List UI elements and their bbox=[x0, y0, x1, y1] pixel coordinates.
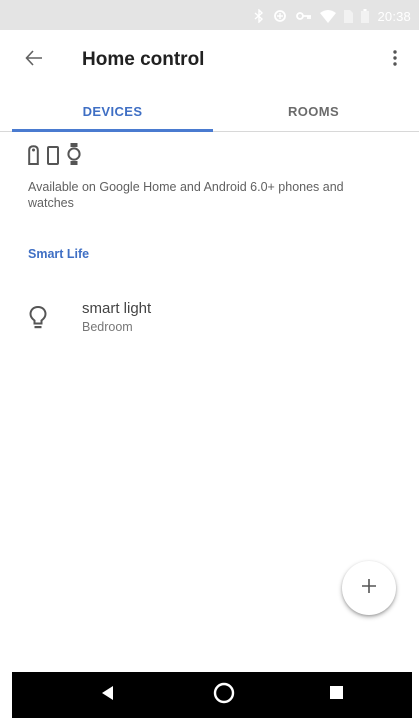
tab-indicator bbox=[12, 129, 213, 132]
nav-home-button[interactable] bbox=[194, 672, 254, 718]
tab-rooms[interactable]: ROOMS bbox=[213, 90, 414, 132]
phone-icon bbox=[47, 146, 59, 170]
arrow-back-icon bbox=[25, 49, 43, 72]
device-row[interactable]: smart light Bedroom bbox=[0, 290, 419, 350]
device-room: Bedroom bbox=[82, 320, 133, 334]
vpn-key-icon bbox=[296, 11, 312, 21]
data-saver-icon bbox=[272, 9, 288, 23]
status-time: 20:38 bbox=[377, 8, 411, 24]
device-name: smart light bbox=[82, 300, 152, 317]
watch-icon bbox=[67, 143, 81, 170]
nav-home-icon bbox=[213, 682, 235, 709]
nav-recents-icon bbox=[329, 686, 343, 704]
back-button[interactable] bbox=[22, 48, 46, 72]
add-icon bbox=[362, 578, 376, 598]
availability-text: Available on Google Home and Android 6.0… bbox=[28, 180, 344, 210]
battery-icon bbox=[361, 9, 370, 23]
lightbulb-icon bbox=[26, 304, 50, 332]
wifi-icon bbox=[320, 9, 337, 23]
system-nav-bar bbox=[12, 672, 412, 718]
sim-icon bbox=[344, 9, 354, 23]
supported-devices-icons bbox=[28, 143, 81, 170]
tab-devices[interactable]: DEVICES bbox=[12, 90, 213, 132]
section-header-smart-life: Smart Life bbox=[28, 247, 90, 261]
status-bar: 20:38 bbox=[0, 0, 419, 30]
add-device-button[interactable] bbox=[342, 561, 396, 615]
nav-recents-button[interactable] bbox=[306, 672, 366, 718]
nav-back-icon bbox=[102, 685, 114, 705]
page-title: Home control bbox=[82, 49, 205, 70]
more-vert-icon bbox=[393, 49, 397, 71]
nav-back-button[interactable] bbox=[78, 672, 138, 718]
speaker-icon bbox=[28, 145, 39, 170]
bluetooth-icon bbox=[254, 9, 264, 23]
status-icons: 20:38 bbox=[254, 8, 411, 24]
overflow-menu-button[interactable] bbox=[385, 48, 405, 72]
app-bar: Home control bbox=[0, 30, 419, 90]
tab-bar: DEVICES ROOMS bbox=[0, 90, 419, 132]
